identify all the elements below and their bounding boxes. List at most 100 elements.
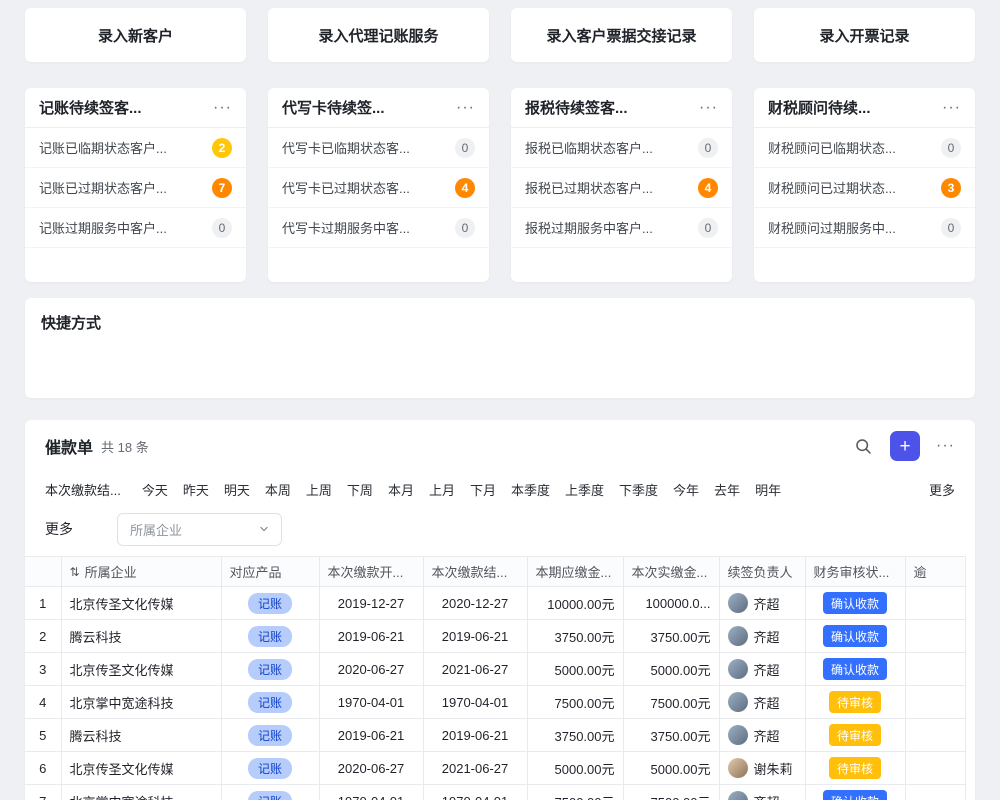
table-scroll-area[interactable]: ⇅ 所属企业 对应产品 本次缴款开... 本次缴款结... 本期应缴金... 本… [25,556,975,800]
stat-item[interactable]: 代写卡过期服务中客... 0 [268,208,489,248]
stat-item[interactable]: 记账过期服务中客户... 0 [25,208,246,248]
date-filter-last-year[interactable]: 去年 [714,480,740,499]
cell-product[interactable]: 记账 [221,785,319,800]
date-filter-tomorrow[interactable]: 明天 [224,480,250,499]
cell-payment-start[interactable]: 2020-06-27 [319,653,423,686]
table-row[interactable]: 2 腾云科技 记账 2019-06-21 2019-06-21 3750.00元… [25,620,965,653]
date-filter-yesterday[interactable]: 昨天 [183,480,209,499]
column-header-owner[interactable]: 续签负责人 [719,557,805,587]
cell-amount-due[interactable]: 7500.00元 [527,686,623,719]
cell-payment-start[interactable]: 2019-06-21 [319,719,423,752]
more-menu-icon[interactable]: ··· [936,438,955,454]
cell-payment-start[interactable]: 2020-06-27 [319,752,423,785]
cell-audit-status[interactable]: 待审核 [805,719,905,752]
stat-item[interactable]: 记账已临期状态客户... 2 [25,128,246,168]
cell-payment-start[interactable]: 2019-06-21 [319,620,423,653]
cell-amount-paid[interactable]: 100000.0... [623,587,719,620]
stat-item[interactable]: 财税顾问已过期状态... 3 [754,168,975,208]
more-menu-icon[interactable]: ··· [213,100,232,116]
cell-payment-end[interactable]: 2019-06-21 [423,719,527,752]
column-header-audit-status[interactable]: 财务审核状... [805,557,905,587]
cell-partial[interactable] [905,587,965,620]
cell-payment-end[interactable]: 2021-06-27 [423,752,527,785]
company-select[interactable]: 所属企业 [117,513,282,546]
date-filter-this-week[interactable]: 本周 [265,480,291,499]
cell-company[interactable]: 北京传圣文化传媒 [61,587,221,620]
cell-partial[interactable] [905,653,965,686]
cell-amount-due[interactable]: 10000.00元 [527,587,623,620]
cell-owner[interactable]: 齐超 [719,653,805,686]
date-filter-this-year[interactable]: 今年 [673,480,699,499]
cell-amount-due[interactable]: 7500.00元 [527,785,623,800]
cell-amount-due[interactable]: 5000.00元 [527,653,623,686]
cell-product[interactable]: 记账 [221,752,319,785]
cell-company[interactable]: 腾云科技 [61,719,221,752]
date-filter-next-quarter[interactable]: 下季度 [619,480,658,499]
cell-payment-end[interactable]: 2020-12-27 [423,587,527,620]
cell-amount-due[interactable]: 3750.00元 [527,620,623,653]
cell-amount-paid[interactable]: 5000.00元 [623,653,719,686]
cell-audit-status[interactable]: 待审核 [805,686,905,719]
cell-partial[interactable] [905,719,965,752]
stat-item[interactable]: 财税顾问已临期状态... 0 [754,128,975,168]
cell-amount-paid[interactable]: 3750.00元 [623,719,719,752]
cell-payment-start[interactable]: 2019-12-27 [319,587,423,620]
cell-partial[interactable] [905,752,965,785]
cell-amount-due[interactable]: 5000.00元 [527,752,623,785]
more-menu-icon[interactable]: ··· [942,100,961,116]
cell-amount-paid[interactable]: 7500.00元 [623,686,719,719]
cell-amount-due[interactable]: 3750.00元 [527,719,623,752]
date-filter-last-quarter[interactable]: 上季度 [565,480,604,499]
cell-audit-status[interactable]: 确认收款 [805,653,905,686]
stat-item[interactable]: 报税已临期状态客户... 0 [511,128,732,168]
column-header-payment-start[interactable]: 本次缴款开... [319,557,423,587]
cell-amount-paid[interactable]: 5000.00元 [623,752,719,785]
column-header-company[interactable]: ⇅ 所属企业 [61,557,221,587]
stat-item[interactable]: 代写卡已过期状态客... 4 [268,168,489,208]
stat-item[interactable]: 报税已过期状态客户... 4 [511,168,732,208]
table-row[interactable]: 5 腾云科技 记账 2019-06-21 2019-06-21 3750.00元… [25,719,965,752]
more-menu-icon[interactable]: ··· [699,100,718,116]
cell-owner[interactable]: 齐超 [719,686,805,719]
cell-payment-end[interactable]: 2019-06-21 [423,620,527,653]
column-header-payment-end[interactable]: 本次缴款结... [423,557,527,587]
cell-audit-status[interactable]: 确认收款 [805,620,905,653]
cell-audit-status[interactable]: 待审核 [805,752,905,785]
cell-product[interactable]: 记账 [221,587,319,620]
cell-owner[interactable]: 齐超 [719,620,805,653]
add-record-button[interactable]: + [890,431,920,461]
cell-owner[interactable]: 齐超 [719,587,805,620]
cell-owner[interactable]: 谢朱莉 [719,752,805,785]
cell-company[interactable]: 腾云科技 [61,620,221,653]
date-filter-last-month[interactable]: 上月 [429,480,455,499]
bookkeeping-service-button[interactable]: 录入代理记账服务 [268,8,489,62]
filter-field-label[interactable]: 本次缴款结... [45,480,121,499]
cell-payment-end[interactable]: 1970-04-01 [423,686,527,719]
cell-product[interactable]: 记账 [221,620,319,653]
cell-payment-start[interactable]: 1970-04-01 [319,785,423,800]
cell-company[interactable]: 北京掌中宽途科技 [61,686,221,719]
table-row[interactable]: 7 北京掌中宽途科技 记账 1970-04-01 1970-04-01 7500… [25,785,965,800]
cell-amount-paid[interactable]: 7500.00元 [623,785,719,800]
date-filter-today[interactable]: 今天 [142,480,168,499]
date-filter-last-week[interactable]: 上周 [306,480,332,499]
column-header-product[interactable]: 对应产品 [221,557,319,587]
cell-product[interactable]: 记账 [221,686,319,719]
column-header-amount-due[interactable]: 本期应缴金... [527,557,623,587]
cell-owner[interactable]: 齐超 [719,785,805,800]
invoicing-record-button[interactable]: 录入开票记录 [754,8,975,62]
cell-owner[interactable]: 齐超 [719,719,805,752]
cell-company[interactable]: 北京传圣文化传媒 [61,653,221,686]
cell-payment-end[interactable]: 1970-04-01 [423,785,527,800]
stat-item[interactable]: 记账已过期状态客户... 7 [25,168,246,208]
table-row[interactable]: 3 北京传圣文化传媒 记账 2020-06-27 2021-06-27 5000… [25,653,965,686]
cell-partial[interactable] [905,686,965,719]
date-filter-more[interactable]: 更多 [929,480,955,499]
cell-audit-status[interactable]: 确认收款 [805,587,905,620]
cell-amount-paid[interactable]: 3750.00元 [623,620,719,653]
cell-company[interactable]: 北京传圣文化传媒 [61,752,221,785]
new-customer-button[interactable]: 录入新客户 [25,8,246,62]
date-filter-next-week[interactable]: 下周 [347,480,373,499]
cell-product[interactable]: 记账 [221,719,319,752]
table-row[interactable]: 6 北京传圣文化传媒 记账 2020-06-27 2021-06-27 5000… [25,752,965,785]
